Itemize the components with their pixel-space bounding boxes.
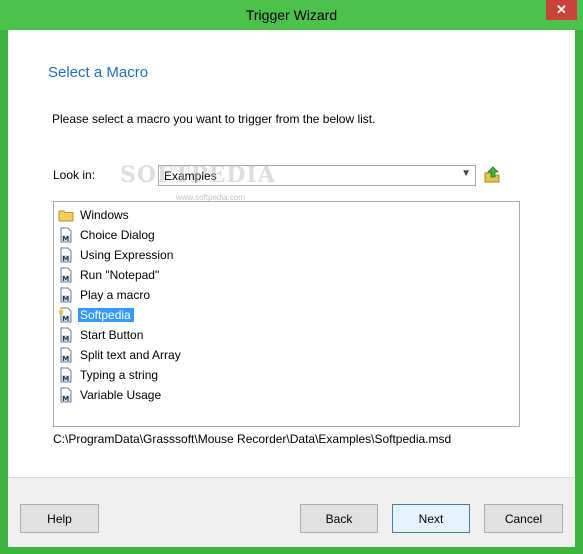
list-item[interactable]: M Variable Usage [58,386,164,404]
list-item-label: Split text and Array [80,348,181,362]
macro-file-icon: M [58,367,74,383]
list-item-label: Play a macro [80,288,151,302]
up-folder-button[interactable] [482,165,502,185]
macro-file-icon: M [58,227,74,243]
svg-text:M: M [62,335,69,343]
list-item[interactable]: M Start Button [58,326,146,344]
list-item-label: Typing a string [80,368,159,382]
chevron-down-icon[interactable]: ▼ [461,168,471,179]
svg-text:M: M [62,275,69,283]
svg-text:M: M [62,395,69,403]
wizard-footer: Help Back Next Cancel [8,477,575,547]
look-in-value: Examples [164,169,217,183]
svg-text:M: M [62,295,69,303]
wizard-content: Select a Macro Please select a macro you… [8,30,575,477]
svg-text:M: M [62,315,69,323]
folder-icon [58,207,74,223]
list-item-label: Choice Dialog [80,228,155,242]
list-item[interactable]: M Choice Dialog [58,226,158,244]
macro-file-icon: M [58,247,74,263]
look-in-dropdown[interactable]: Examples ▼ [158,165,476,186]
window-title: Trigger Wizard [245,7,338,23]
svg-text:M: M [62,255,69,263]
list-item[interactable]: M Split text and Array [58,346,184,364]
list-item[interactable]: M Softpedia [57,306,134,324]
svg-text:M: M [62,375,69,383]
list-item-label: Start Button [80,328,144,342]
macro-file-icon: M [58,387,74,403]
cancel-button[interactable]: Cancel [484,504,563,533]
close-button[interactable]: ✕ [546,0,577,20]
macro-file-icon: M [58,267,74,283]
list-item-label: Run "Notepad" [80,268,160,282]
list-item-label: Windows [80,208,129,222]
instruction-text: Please select a macro you want to trigge… [52,112,376,126]
macro-file-icon: M [58,347,74,363]
svg-text:M: M [62,355,69,363]
page-heading: Select a Macro [48,64,149,81]
help-button[interactable]: Help [20,504,99,533]
list-item-label: Softpedia [78,308,134,322]
svg-text:M: M [62,235,69,243]
list-item-label: Using Expression [80,248,174,262]
macro-file-icon: M [58,327,74,343]
back-button[interactable]: Back [300,504,378,533]
up-folder-icon [484,166,500,183]
list-item-label: Variable Usage [80,388,162,402]
macro-list[interactable]: Windows M Choice Dialog M Using Expression M R… [53,201,520,427]
list-item[interactable]: M Run "Notepad" [58,266,162,284]
macro-file-star-icon: M [57,307,74,323]
list-item[interactable]: M Play a macro [58,286,153,304]
macro-file-icon: M [58,287,74,303]
look-in-label: Look in: [53,168,96,182]
list-item[interactable]: M Typing a string [58,366,161,384]
list-item[interactable]: Windows [58,206,132,224]
title-bar[interactable]: Trigger Wizard ✕ [0,0,583,30]
list-item[interactable]: M Using Expression [58,246,176,264]
next-button[interactable]: Next [392,504,470,533]
selected-macro-path: C:\ProgramData\Grasssoft\Mouse Recorder\… [53,432,452,446]
trigger-wizard-window: Trigger Wizard ✕ Select a Macro Please s… [0,0,583,554]
